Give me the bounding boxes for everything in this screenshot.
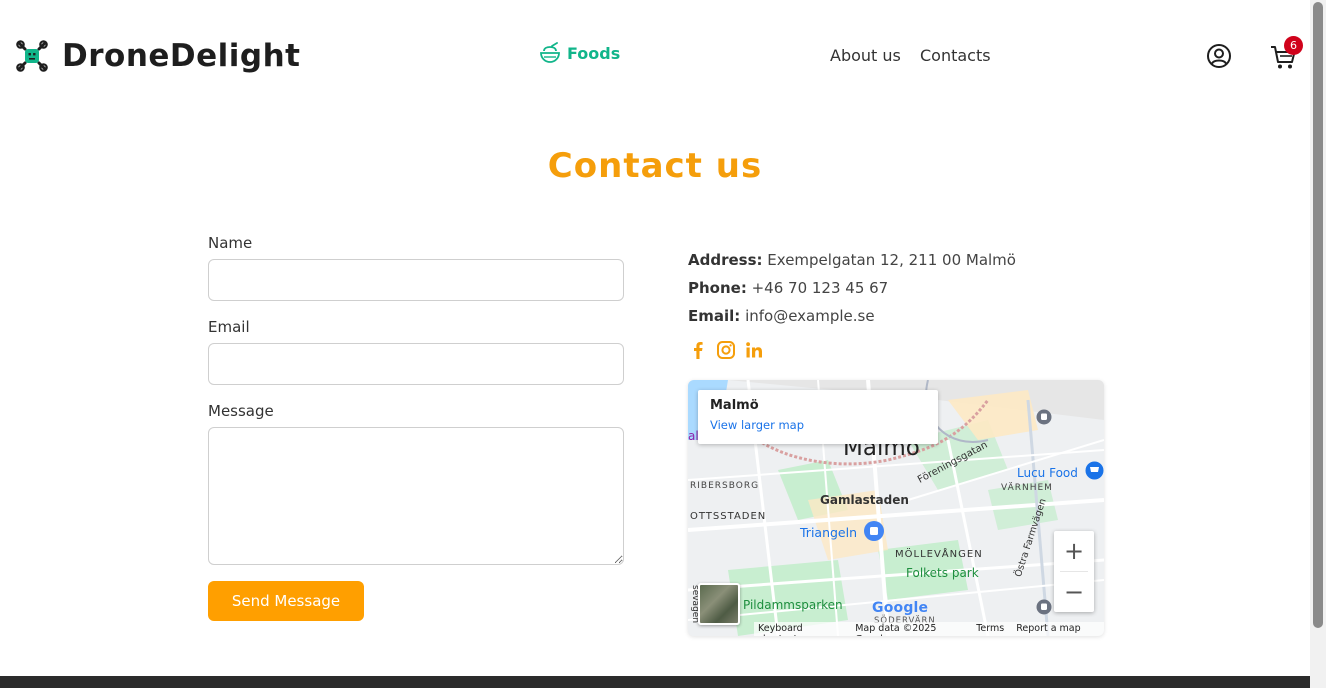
map-label-gamlastaden: Gamlastaden: [820, 493, 909, 507]
instagram-icon[interactable]: [716, 340, 736, 360]
logo[interactable]: DroneDelight: [16, 38, 301, 74]
map-label-ribersborg: RIBERSBORG: [690, 481, 760, 491]
map-label-varnhem: VÄRNHEM: [1001, 483, 1053, 493]
contact-info: Address: Exempelgatan 12, 211 00 Malmö P…: [688, 250, 1104, 364]
name-input[interactable]: [208, 259, 624, 301]
map-attribution: Keyboard shortcuts Map data ©2025 Google…: [754, 622, 1104, 636]
message-label: Message: [208, 402, 274, 420]
email-info-label: Email:: [688, 307, 741, 325]
zoom-in-button[interactable]: +: [1054, 531, 1094, 571]
email-value: info@example.se: [745, 307, 875, 325]
nav-foods-label: Foods: [567, 43, 621, 63]
terms-link[interactable]: Terms: [976, 623, 1004, 635]
map-data-text: Map data ©2025 Google: [855, 623, 937, 636]
map-label-triangeln: Triangeln: [800, 525, 858, 540]
drone-logo-icon: [16, 40, 48, 72]
email-label: Email: [208, 318, 250, 336]
train-pin-icon: [1036, 409, 1052, 425]
site-header: DroneDelight Foods About us Contacts 6: [0, 0, 1310, 112]
transit-pin-icon: [864, 521, 884, 541]
linkedin-icon[interactable]: [744, 340, 764, 360]
page-title: Contact us: [547, 146, 763, 186]
zoom-out-button[interactable]: −: [1054, 572, 1094, 612]
address-value: Exempelgatan 12, 211 00 Malmö: [767, 251, 1016, 269]
facebook-icon[interactable]: [688, 340, 708, 360]
user-account-icon[interactable]: [1206, 43, 1232, 69]
cart-count-badge: 6: [1284, 36, 1303, 55]
address-label: Address:: [688, 251, 763, 269]
page-scrollbar[interactable]: [1310, 0, 1326, 688]
google-logo: Google: [872, 600, 928, 616]
map-label-folkets-park: Folkets park: [906, 566, 979, 580]
social-links: [688, 336, 1104, 364]
contact-form: Name Email Message Send Message: [208, 234, 624, 621]
report-map-error-link[interactable]: Report a map error: [1016, 623, 1100, 636]
map-label-mollevangen: MÖLLEVÅNGEN: [895, 549, 983, 560]
scrollbar-thumb[interactable]: [1313, 2, 1323, 628]
food-bowl-icon: [540, 42, 560, 63]
footer-bar: [0, 676, 1310, 688]
phone-value: +46 70 123 45 67: [751, 279, 889, 297]
keyboard-shortcuts-link[interactable]: Keyboard shortcuts: [758, 623, 843, 636]
phone-line: Phone: +46 70 123 45 67: [688, 278, 1104, 306]
map-label-pildammsparken: Pildammsparken: [743, 598, 843, 612]
map-card-title: Malmö: [710, 398, 759, 413]
name-label: Name: [208, 234, 253, 252]
embedded-map[interactable]: Malmö Gamlastaden Triangeln MÖLLEVÅNGEN …: [688, 380, 1104, 636]
nav-contacts[interactable]: Contacts: [920, 46, 991, 65]
phone-label: Phone:: [688, 279, 747, 297]
view-larger-map-link[interactable]: View larger map: [710, 418, 926, 432]
map-label-lucu-food: Lucu Food: [1017, 466, 1078, 480]
map-zoom-controls: + −: [1054, 531, 1094, 612]
google-logo-text: Google: [872, 600, 929, 616]
logo-text: DroneDelight: [62, 38, 301, 74]
nav-about[interactable]: About us: [830, 46, 901, 65]
train-pin-icon: [1036, 599, 1052, 615]
nav-foods[interactable]: Foods: [539, 42, 620, 64]
shopping-pin-icon: [1085, 461, 1104, 480]
address-line: Address: Exempelgatan 12, 211 00 Malmö: [688, 250, 1104, 278]
map-place-card: Malmö View larger map: [698, 390, 938, 444]
message-textarea[interactable]: [208, 427, 624, 565]
satellite-toggle[interactable]: [698, 583, 740, 625]
email-line: Email: info@example.se: [688, 306, 1104, 334]
send-message-button[interactable]: Send Message: [208, 581, 364, 621]
email-input[interactable]: [208, 343, 624, 385]
map-label-slottsstaden: OTTSSTADEN: [690, 511, 767, 522]
